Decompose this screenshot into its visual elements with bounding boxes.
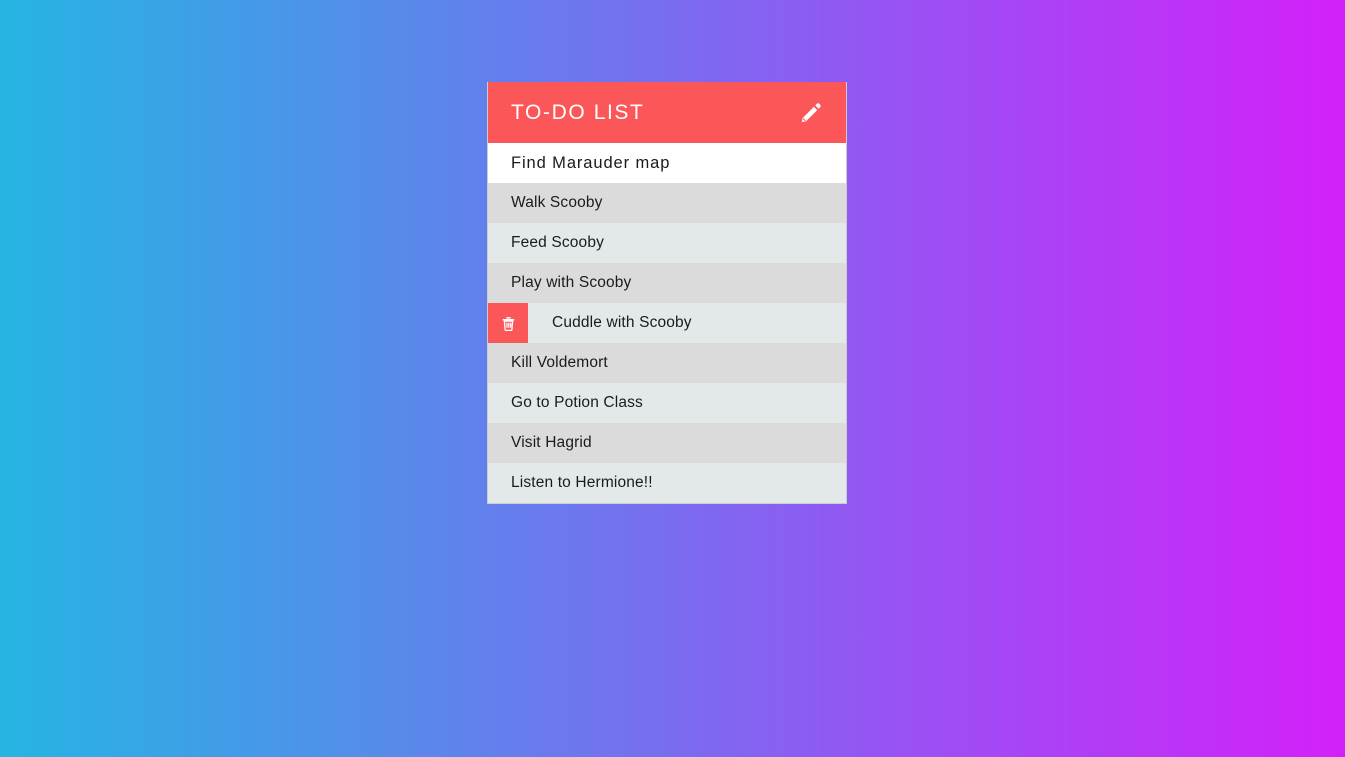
task-row[interactable]: Kill Voldemort bbox=[488, 343, 846, 383]
task-row[interactable]: Cuddle with Scooby bbox=[488, 303, 846, 343]
task-label: Play with Scooby bbox=[511, 274, 632, 292]
task-label: Listen to Hermione!! bbox=[511, 474, 653, 492]
edit-list-button[interactable] bbox=[798, 100, 824, 126]
task-row[interactable]: Walk Scooby bbox=[488, 183, 846, 223]
new-task-input[interactable] bbox=[511, 153, 846, 173]
delete-task-button[interactable] bbox=[488, 303, 528, 343]
new-task-row bbox=[488, 143, 846, 183]
task-row[interactable]: Go to Potion Class bbox=[488, 383, 846, 423]
trash-icon bbox=[500, 315, 517, 332]
task-row[interactable]: Play with Scooby bbox=[488, 263, 846, 303]
page-title: TO-DO LIST bbox=[511, 101, 645, 124]
task-list: Walk Scooby Feed Scooby Play with Scooby Cu… bbox=[488, 183, 846, 503]
task-label: Go to Potion Class bbox=[511, 394, 643, 412]
todo-card: TO-DO LIST Walk Scooby Feed Scooby Play wi… bbox=[487, 82, 847, 504]
task-row[interactable]: Listen to Hermione!! bbox=[488, 463, 846, 503]
card-header: TO-DO LIST bbox=[488, 82, 846, 143]
task-label: Visit Hagrid bbox=[511, 434, 592, 452]
task-row[interactable]: Feed Scooby bbox=[488, 223, 846, 263]
pencil-icon bbox=[799, 101, 823, 125]
task-label: Cuddle with Scooby bbox=[552, 314, 692, 332]
task-label: Kill Voldemort bbox=[511, 354, 608, 372]
task-label: Feed Scooby bbox=[511, 234, 604, 252]
task-label: Walk Scooby bbox=[511, 194, 603, 212]
task-row[interactable]: Visit Hagrid bbox=[488, 423, 846, 463]
